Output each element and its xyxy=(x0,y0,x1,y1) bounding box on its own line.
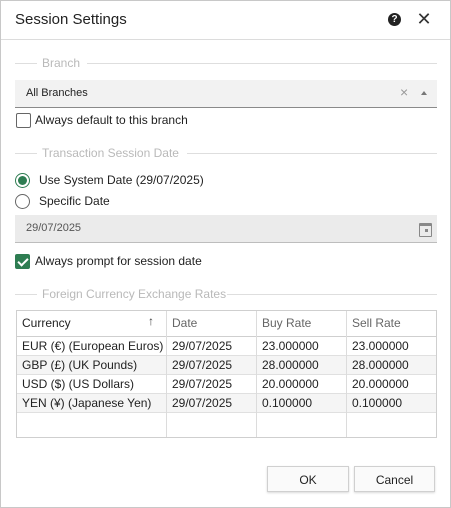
use-system-date-label: Use System Date (29/07/2025) xyxy=(39,173,204,187)
branch-section-header: Branch xyxy=(15,56,437,70)
specific-date-radio[interactable] xyxy=(15,194,30,209)
close-icon[interactable]: ✕ xyxy=(416,9,432,29)
clear-icon[interactable]: × xyxy=(400,84,408,100)
calendar-icon xyxy=(419,223,432,237)
cell-currency[interactable]: EUR (€) (European Euros) xyxy=(22,339,163,353)
cell-date[interactable]: 29/07/2025 xyxy=(172,377,232,391)
default-branch-checkbox[interactable] xyxy=(16,113,31,128)
title-bar: Session Settings ? ✕ xyxy=(1,1,450,40)
help-icon[interactable]: ? xyxy=(388,13,401,26)
rates-section-label: Foreign Currency Exchange Rates xyxy=(42,287,227,301)
column-header-currency[interactable]: Currency xyxy=(22,316,71,330)
cell-currency[interactable]: USD ($) (US Dollars) xyxy=(22,377,134,391)
branch-select[interactable]: All Branches × xyxy=(15,80,437,108)
session-date-section-header: Transaction Session Date xyxy=(15,146,437,160)
default-branch-label: Always default to this branch xyxy=(35,113,188,127)
specific-date-label: Specific Date xyxy=(39,194,110,208)
cell-buy-rate[interactable]: 0.100000 xyxy=(262,396,312,410)
column-header-sell-rate[interactable]: Sell Rate xyxy=(352,316,401,330)
prompt-session-date-label: Always prompt for session date xyxy=(35,254,202,268)
dialog-title: Session Settings xyxy=(15,11,127,28)
session-settings-dialog: Session Settings ? ✕ Branch All Branches… xyxy=(0,0,451,508)
column-header-buy-rate[interactable]: Buy Rate xyxy=(262,316,311,330)
branch-section-label: Branch xyxy=(42,56,81,70)
ok-button[interactable]: OK xyxy=(267,466,349,492)
cell-sell-rate[interactable]: 23.000000 xyxy=(352,339,409,353)
branch-select-value: All Branches xyxy=(26,87,88,99)
rates-section-header: Foreign Currency Exchange Rates xyxy=(15,287,437,301)
use-system-date-radio[interactable] xyxy=(15,173,30,188)
column-header-date[interactable]: Date xyxy=(172,316,197,330)
specific-date-field: 29/07/2025 xyxy=(15,215,437,243)
cell-currency[interactable]: GBP (£) (UK Pounds) xyxy=(22,358,137,372)
cell-date[interactable]: 29/07/2025 xyxy=(172,339,232,353)
cell-buy-rate[interactable]: 28.000000 xyxy=(262,358,319,372)
exchange-rates-grid: Currency ↑ Date Buy Rate Sell Rate EUR (… xyxy=(16,310,437,438)
cell-sell-rate[interactable]: 28.000000 xyxy=(352,358,409,372)
sort-ascending-icon[interactable]: ↑ xyxy=(148,314,154,328)
cell-date[interactable]: 29/07/2025 xyxy=(172,358,232,372)
specific-date-value: 29/07/2025 xyxy=(26,222,82,234)
cell-buy-rate[interactable]: 20.000000 xyxy=(262,377,319,391)
prompt-session-date-checkbox[interactable] xyxy=(15,254,30,269)
caret-up-icon[interactable] xyxy=(421,91,427,95)
cell-sell-rate[interactable]: 20.000000 xyxy=(352,377,409,391)
cell-date[interactable]: 29/07/2025 xyxy=(172,396,232,410)
cell-buy-rate[interactable]: 23.000000 xyxy=(262,339,319,353)
session-date-section-label: Transaction Session Date xyxy=(42,146,179,160)
cell-sell-rate[interactable]: 0.100000 xyxy=(352,396,402,410)
cell-currency[interactable]: YEN (¥) (Japanese Yen) xyxy=(22,396,151,410)
cancel-button[interactable]: Cancel xyxy=(354,466,435,492)
